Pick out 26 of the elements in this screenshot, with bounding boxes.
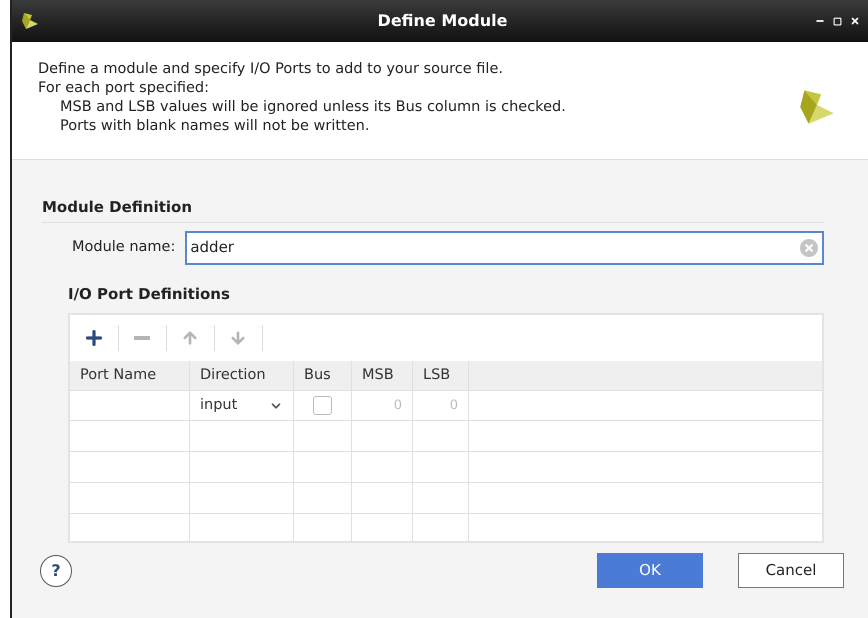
column-header[interactable]: Bus xyxy=(294,361,352,390)
direction-dropdown[interactable]: input xyxy=(190,391,294,420)
close-icon[interactable] xyxy=(850,16,860,26)
column-header[interactable]: LSB xyxy=(413,361,469,390)
field-label: Module name: xyxy=(72,238,176,257)
ok-button[interactable]: OK xyxy=(597,553,703,588)
description-text: For each port specified: xyxy=(38,79,210,98)
description-text: Ports with blank names will not be written. xyxy=(59,117,370,136)
clear-icon[interactable] xyxy=(799,238,819,258)
cancel-button[interactable]: Cancel xyxy=(738,553,844,588)
section-heading: I/O Port Definitions xyxy=(68,284,231,304)
column-header[interactable]: Port Name xyxy=(70,361,190,390)
column-header[interactable]: MSB xyxy=(352,361,413,390)
module-name-field[interactable]: adder xyxy=(185,230,824,264)
window-title: Define Module xyxy=(378,10,508,32)
description-text: MSB and LSB values will be ignored unless its Bus column is checked. xyxy=(59,98,567,117)
description-text: Define a module and specify I/O Ports to add to your source file. xyxy=(38,60,504,79)
section-heading: Module Definition xyxy=(42,196,824,222)
bus-checkbox[interactable] xyxy=(313,396,332,415)
add-icon xyxy=(83,327,105,349)
column-header[interactable]: Direction xyxy=(190,361,294,390)
app-logo-icon xyxy=(20,11,40,31)
remove-icon xyxy=(134,336,150,340)
maximize-icon[interactable] xyxy=(833,16,842,26)
help-button[interactable]: ? xyxy=(40,554,72,586)
arrow-down-icon xyxy=(229,329,247,347)
